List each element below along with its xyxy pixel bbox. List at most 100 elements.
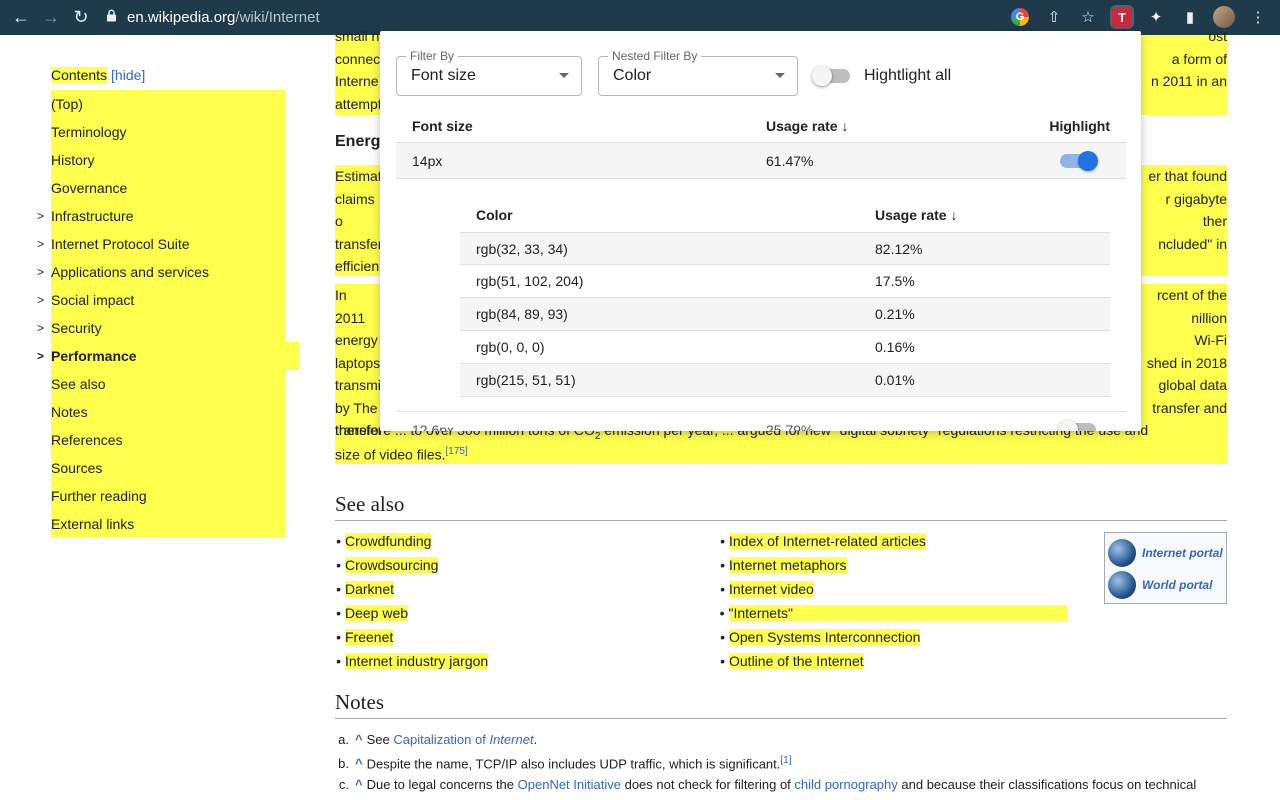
see-also-link[interactable]: Internet industry jargon <box>345 653 489 669</box>
caret-up-icon[interactable]: ^ <box>355 777 363 792</box>
text-fragment: global data <box>1158 377 1227 393</box>
ref-175[interactable]: [175] <box>446 446 468 457</box>
highlight-all-toggle[interactable] <box>812 66 850 86</box>
see-also-link[interactable]: Index of Internet-related articles <box>729 533 926 549</box>
table-row[interactable]: 14px 61.47% <box>396 142 1126 179</box>
nested-row[interactable]: rgb(32, 33, 34) 82.12% <box>460 232 1110 265</box>
toc-item[interactable]: See also <box>51 370 285 398</box>
toc-item[interactable]: References <box>51 426 285 454</box>
nested-row[interactable]: rgb(215, 51, 51) 0.01% <box>460 364 1110 397</box>
toc-item[interactable]: Sources <box>51 454 285 482</box>
see-also-link[interactable]: Internet metaphors <box>729 557 847 573</box>
toc-hide-link[interactable]: [hide] <box>111 67 145 83</box>
toc-item-label: See also <box>51 376 106 392</box>
toc-item-label: Security <box>51 320 102 336</box>
internet-portal-link[interactable]: Internet portal <box>1108 537 1223 569</box>
list-item: • Deep web <box>323 601 707 625</box>
list-item: • Open Systems Interconnection <box>707 625 1067 649</box>
extension-t-icon[interactable]: T <box>1108 3 1136 31</box>
bullet: • <box>336 605 341 621</box>
bullet: • <box>720 653 725 669</box>
nested-col-header-color[interactable]: Color <box>460 207 875 223</box>
toc-item[interactable]: (Top) <box>51 90 285 118</box>
text-fragment: n 2011 in an <box>1150 73 1227 89</box>
forward-arrow-icon[interactable]: → <box>36 3 66 33</box>
toc-item[interactable]: External links <box>51 510 285 538</box>
list-item: • Freenet <box>323 625 707 649</box>
chevron-right-icon[interactable]: > <box>37 237 44 251</box>
nested-row[interactable]: rgb(51, 102, 204) 17.5% <box>460 265 1110 298</box>
share-icon[interactable]: ⇧ <box>1040 3 1068 31</box>
see-also-link[interactable]: Open Systems Interconnection <box>729 629 921 645</box>
caret-up-icon[interactable]: ^ <box>355 732 363 747</box>
see-also-link[interactable]: Freenet <box>345 629 394 645</box>
see-also-link[interactable]: Darknet <box>345 581 395 597</box>
internet-globe-icon <box>1108 539 1136 567</box>
nested-usage-rate: 17.5% <box>875 273 915 289</box>
bullet: • <box>336 581 341 597</box>
nested-usage-rate: 0.01% <box>875 372 915 388</box>
chevron-right-icon[interactable]: > <box>37 321 44 335</box>
note-text: . <box>533 732 538 747</box>
see-also-link[interactable]: Crowdsourcing <box>345 557 439 573</box>
note-item: b. ^ Despite the name, TCP/IP also include… <box>338 750 1227 774</box>
see-also-link[interactable]: Deep web <box>345 605 409 621</box>
note-link[interactable]: OpenNet Initiative <box>518 777 621 792</box>
nested-row[interactable]: rgb(0, 0, 0) 0.16% <box>460 331 1110 364</box>
world-portal-link[interactable]: World portal <box>1108 569 1223 601</box>
chevron-right-icon[interactable]: > <box>37 265 44 279</box>
toc-item[interactable]: > Social impact <box>37 286 285 314</box>
arrow-down-icon: ↓ <box>950 207 958 223</box>
see-also-link[interactable]: "Internets" <box>728 605 1067 621</box>
toc-item[interactable]: > Internet Protocol Suite <box>37 230 285 258</box>
text-fragment: laptops <box>335 354 380 371</box>
toc-item[interactable]: History <box>51 146 285 174</box>
nested-filter-by-select[interactable]: Nested Filter By Color <box>598 49 798 96</box>
toc-item[interactable]: Governance <box>51 174 285 202</box>
bullet: • <box>336 533 341 549</box>
highlight-all-label: Hightlight all <box>864 67 952 84</box>
toc-item[interactable]: Notes <box>51 398 285 426</box>
nested-row[interactable]: rgb(84, 89, 93) 0.21% <box>460 298 1110 331</box>
note-item: filtering, they do not include other typ… <box>355 795 1227 800</box>
caret-up-icon[interactable]: ^ <box>355 756 363 771</box>
see-also-link[interactable]: Crowdfunding <box>345 533 432 549</box>
row-usage-rate: 61.47% <box>766 152 814 169</box>
toc-item-label: Infrastructure <box>51 208 134 224</box>
see-also-link[interactable]: Internet video <box>729 581 814 597</box>
toc-item[interactable]: Terminology <box>51 118 285 146</box>
row-highlight-toggle[interactable] <box>1060 150 1098 171</box>
toc-item[interactable]: > Performance <box>37 342 299 370</box>
see-also-link[interactable]: Outline of the Internet <box>729 653 864 669</box>
row-highlight-toggle[interactable] <box>1058 420 1096 431</box>
note-item: a. ^ See Capitalization of Internet. <box>338 729 1227 750</box>
chevron-right-icon[interactable]: > <box>37 293 44 307</box>
nested-col-header-usage-rate[interactable]: Usage rate ↓ <box>875 207 1110 223</box>
chevron-right-icon[interactable]: > <box>37 209 44 223</box>
nested-color-value: rgb(51, 102, 204) <box>476 273 584 289</box>
table-row[interactable]: 12.6px 25.79% <box>396 411 1126 431</box>
col-header-font-size[interactable]: Font size <box>396 118 766 134</box>
toc-item[interactable]: Further reading <box>51 482 285 510</box>
text-fragment: transfer and <box>1152 399 1227 416</box>
toc-item[interactable]: > Infrastructure <box>37 202 285 230</box>
google-icon[interactable]: G <box>1006 3 1034 31</box>
reload-icon[interactable]: ↻ <box>66 3 96 33</box>
note-text: See <box>366 732 394 747</box>
filter-by-select[interactable]: Filter By Font size <box>396 49 582 96</box>
toc-item[interactable]: > Security <box>37 314 285 342</box>
back-arrow-icon[interactable]: ← <box>6 3 36 33</box>
note-link[interactable]: Capitalization of Internet <box>393 732 533 747</box>
toc-item[interactable]: > Applications and services <box>37 258 285 286</box>
filter-by-value: Font size <box>411 67 476 84</box>
toc-item-label: Internet Protocol Suite <box>51 236 190 252</box>
bookmark-star-icon[interactable]: ☆ <box>1074 3 1102 31</box>
note-ref[interactable]: [1] <box>780 755 791 766</box>
menu-kebab-icon[interactable]: ⋮ <box>1244 3 1272 31</box>
filter-by-legend: Filter By <box>406 49 459 63</box>
chevron-right-icon[interactable]: > <box>37 349 44 363</box>
address-bar[interactable]: en.wikipedia.org/wiki/Internet <box>106 9 320 26</box>
col-header-usage-rate[interactable]: Usage rate ↓ <box>766 118 1026 134</box>
nested-filter-by-legend: Nested Filter By <box>608 49 702 63</box>
note-link[interactable]: child pornography <box>794 777 897 792</box>
